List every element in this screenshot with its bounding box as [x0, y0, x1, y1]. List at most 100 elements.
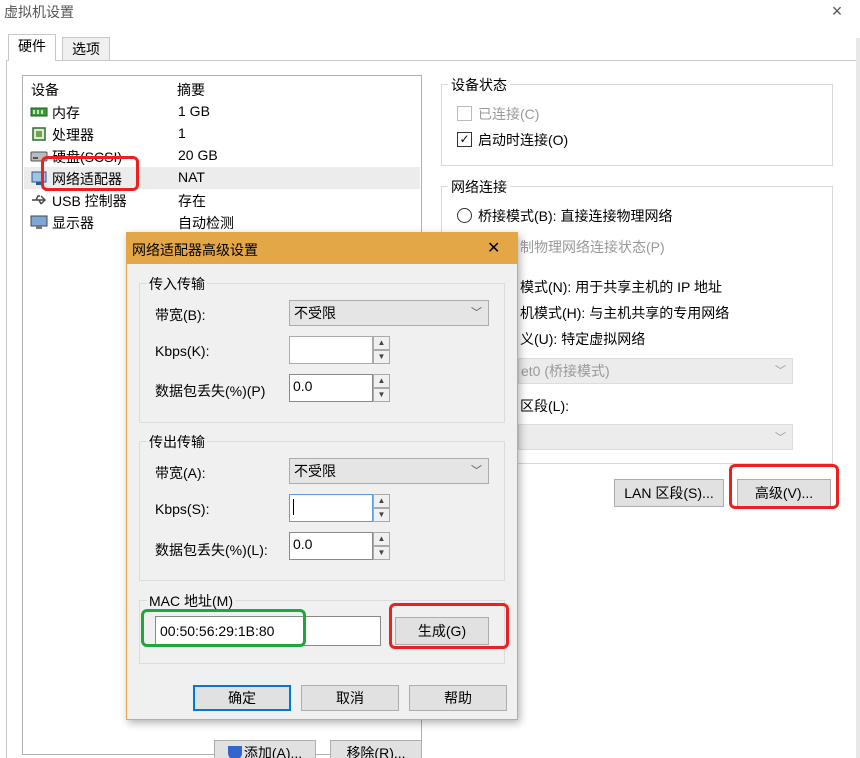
outgoing-loss-input[interactable]: 0.0 [289, 532, 373, 560]
connected-label: 已连接(C) [478, 106, 540, 122]
chevron-down-icon: ﹀ [775, 365, 786, 377]
incoming-kbps-label: Kbps(K): [155, 343, 210, 359]
spin-up-icon[interactable]: ▲ [373, 374, 390, 388]
device-row-display[interactable]: 显示器 自动检测 [24, 211, 420, 233]
device-summary: NAT [178, 169, 205, 185]
dialog-close-button[interactable]: ✕ [487, 238, 500, 258]
nat-label: 模式(N): 用于共享主机的 IP 地址 [520, 279, 722, 295]
spin-down-icon[interactable]: ▼ [373, 546, 390, 560]
scrollbar[interactable] [856, 38, 860, 758]
connect-on-power-checkbox[interactable]: ✓ [457, 132, 472, 147]
mac-address-highlight [141, 609, 306, 647]
spin-up-icon[interactable]: ▲ [373, 532, 390, 546]
custom-text: (U): 特定虚拟网络 [534, 331, 646, 347]
shield-icon [227, 746, 242, 758]
spin-down-icon[interactable]: ▼ [373, 350, 390, 364]
window-title: 虚拟机设置 [4, 4, 74, 20]
usb-icon [32, 195, 46, 205]
network-adapter-advanced-dialog: 网络适配器高级设置 ✕ 传入传输 带宽(B): 不受限 ﹀ Kbps(K): ▲ ▼… [126, 232, 518, 720]
incoming-kbps-stepper[interactable]: ▲ ▼ [289, 336, 391, 364]
outgoing-loss-label: 数据包丢失(%)(L): [155, 542, 268, 558]
spin-up-icon[interactable]: ▲ [373, 336, 390, 350]
remove-device-button[interactable]: 移除(R)... [330, 740, 422, 758]
replicate-state-label: 制物理网络连接状态(P) [520, 239, 665, 255]
lan-segments-label: LAN 区段(S)... [624, 485, 714, 501]
memory-icon [30, 107, 48, 117]
device-row-usb[interactable]: USB 控制器 存在 [24, 189, 420, 211]
vmnet-select[interactable]: et0 (桥接模式) ﹀ [518, 358, 793, 384]
mac-label: MAC 地址(M) [147, 591, 235, 611]
custom-prefix: 义 [520, 331, 534, 347]
device-status-group [441, 84, 833, 166]
ok-label: 确定 [228, 690, 256, 706]
incoming-loss-input[interactable]: 0.0 [289, 374, 373, 402]
add-device-label: 添加(A)... [243, 745, 303, 758]
processor-icon [32, 127, 46, 141]
outgoing-loss-stepper[interactable]: 0.0 ▲ ▼ [289, 532, 391, 560]
spin-up-icon[interactable]: ▲ [373, 494, 390, 508]
cancel-button[interactable]: 取消 [301, 685, 399, 711]
custom-label: 义(U): 特定虚拟网络 [520, 329, 645, 349]
chevron-down-icon: ﹀ [471, 465, 482, 477]
ok-button[interactable]: 确定 [193, 685, 291, 711]
column-summary: 摘要 [177, 82, 205, 98]
lan-segment-select[interactable]: ﹀ [518, 424, 793, 450]
tab-hardware[interactable]: 硬件 [8, 34, 56, 61]
advanced-highlight [729, 464, 839, 509]
add-device-button[interactable]: 添加(A)... [214, 740, 316, 758]
device-name: USB 控制器 [52, 193, 127, 209]
lan-segment-label: 区段(L): [520, 398, 569, 414]
generate-highlight [389, 603, 509, 649]
spin-down-icon[interactable]: ▼ [373, 388, 390, 402]
device-summary: 20 GB [178, 147, 218, 163]
vmnet-value: et0 (桥接模式) [521, 363, 610, 379]
bridged-label: 桥接模式(B): 直接连接物理网络 [478, 208, 673, 224]
outgoing-label: 传出传输 [147, 432, 207, 452]
cancel-label: 取消 [336, 690, 364, 706]
text-cursor [293, 499, 294, 516]
device-summary: 存在 [178, 193, 206, 209]
window-close-button[interactable]: × [826, 0, 848, 22]
bridged-radio[interactable] [457, 208, 472, 223]
outgoing-kbps-stepper[interactable]: ▲ ▼ [289, 494, 391, 522]
help-label: 帮助 [444, 690, 472, 706]
incoming-bandwidth-value: 不受限 [294, 305, 336, 321]
remove-device-label: 移除(R)... [346, 745, 406, 758]
dialog-title-bar: 网络适配器高级设置 ✕ [127, 233, 517, 264]
incoming-label: 传入传输 [147, 274, 207, 294]
device-summary: 1 [178, 125, 186, 141]
device-name: 显示器 [52, 215, 94, 231]
device-row-processor[interactable]: 处理器 1 [24, 123, 420, 145]
connect-on-power-label: 启动时连接(O) [478, 132, 569, 148]
device-row-memory[interactable]: 内存 1 GB [24, 101, 420, 123]
network-adapter-highlight [41, 156, 139, 191]
outgoing-kbps-label: Kbps(S): [155, 501, 210, 517]
device-summary: 自动检测 [178, 215, 234, 231]
help-button[interactable]: 帮助 [409, 685, 507, 711]
device-summary: 1 GB [178, 103, 210, 119]
connected-checkbox[interactable] [457, 106, 472, 121]
device-status-label: 设备状态 [448, 75, 510, 95]
incoming-loss-stepper[interactable]: 0.0 ▲ ▼ [289, 374, 391, 402]
lan-segments-button[interactable]: LAN 区段(S)... [614, 479, 724, 507]
incoming-bandwidth-label: 带宽(B): [155, 307, 206, 323]
incoming-kbps-input[interactable] [289, 336, 373, 364]
device-name: 处理器 [52, 127, 94, 143]
tab-options[interactable]: 选项 [62, 37, 110, 60]
outgoing-bandwidth-label: 带宽(A): [155, 465, 206, 481]
dialog-title: 网络适配器高级设置 [132, 242, 258, 258]
outgoing-bandwidth-select[interactable]: 不受限 ﹀ [289, 458, 489, 484]
display-icon [30, 215, 48, 229]
chevron-down-icon: ﹀ [471, 307, 482, 319]
outgoing-bandwidth-value: 不受限 [294, 463, 336, 479]
incoming-loss-label: 数据包丢失(%)(P) [155, 383, 266, 399]
incoming-bandwidth-select[interactable]: 不受限 ﹀ [289, 300, 489, 326]
network-connection-label: 网络连接 [448, 177, 510, 197]
device-name: 内存 [52, 105, 80, 121]
chevron-down-icon: ﹀ [775, 432, 786, 444]
spin-down-icon[interactable]: ▼ [373, 508, 390, 522]
outgoing-kbps-input[interactable] [289, 494, 373, 522]
host-only-label: 机模式(H): 与主机共享的专用网络 [520, 305, 730, 321]
column-device: 设备 [31, 82, 59, 98]
checkmark-icon: ✓ [459, 132, 470, 146]
